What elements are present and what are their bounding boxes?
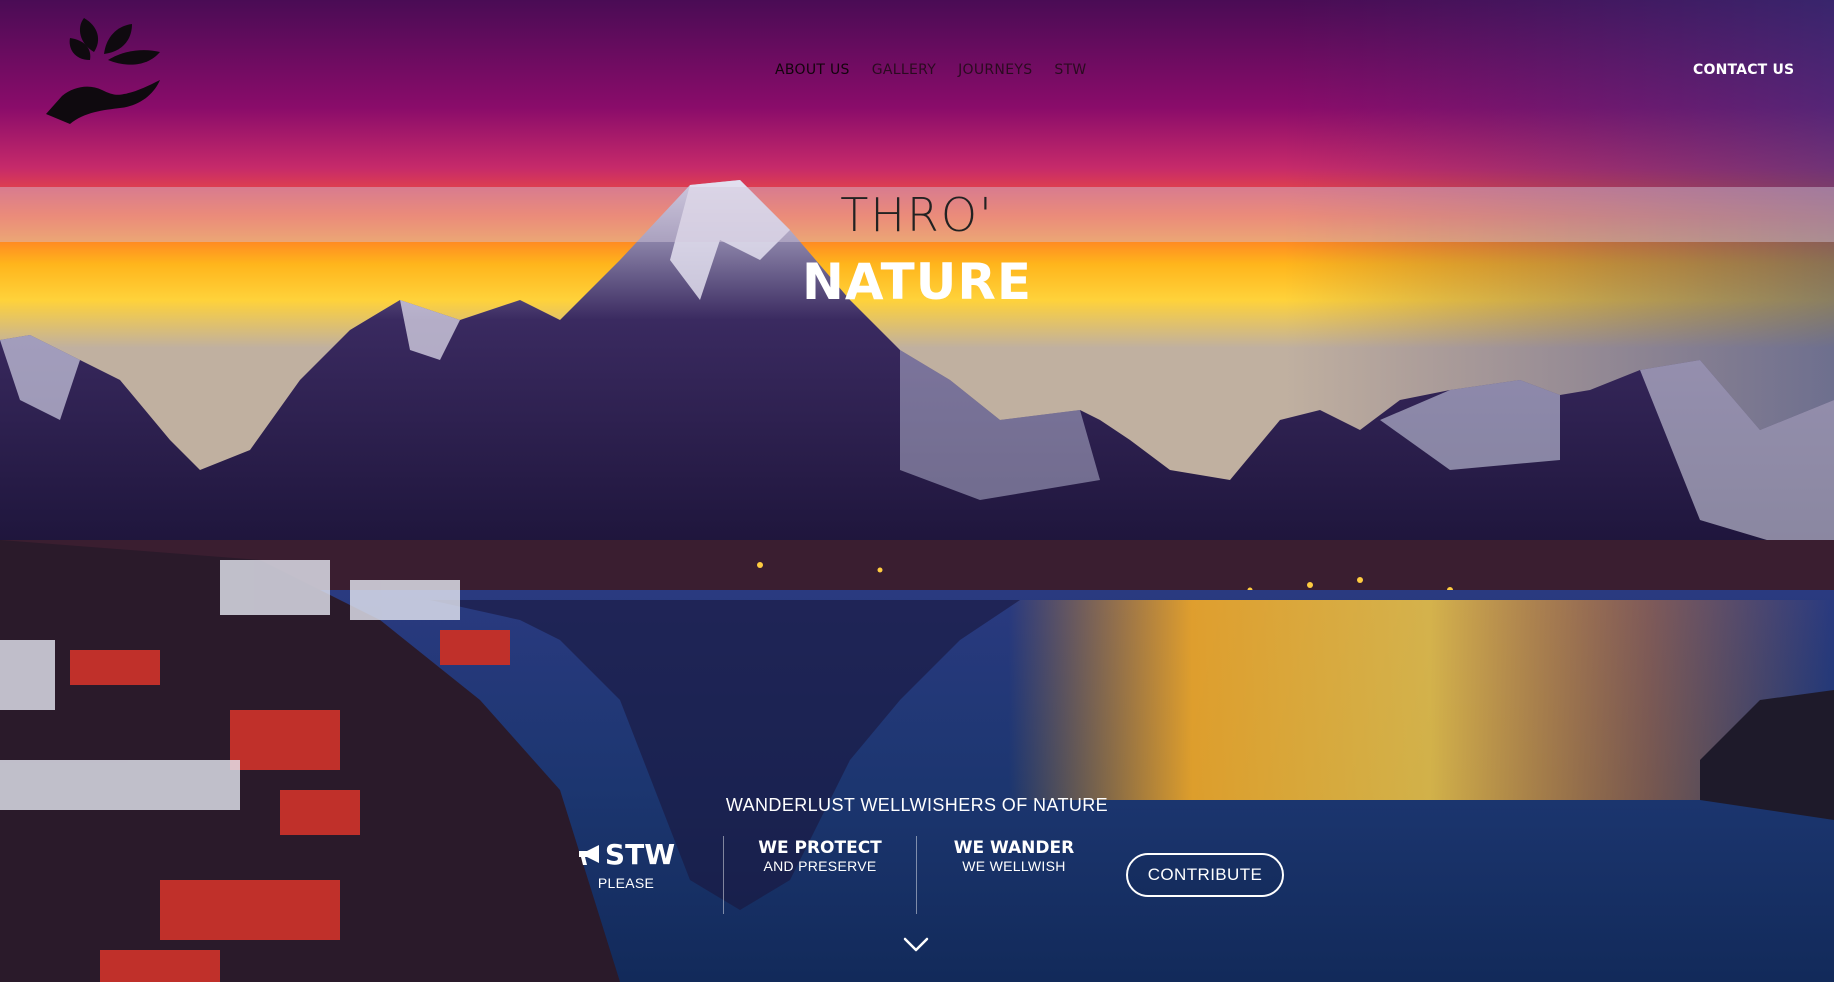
hero-section: ABOUT US GALLERY JOURNEYS STW CONTACT US… xyxy=(0,0,1834,982)
nav-item-journeys[interactable]: JOURNEYS xyxy=(958,62,1032,78)
hero-title-top: THRO' xyxy=(840,188,994,242)
wander-subtitle: WE WELLWISH xyxy=(962,858,1066,874)
protect-title: WE PROTECT xyxy=(758,838,882,858)
divider xyxy=(916,836,917,914)
stw-stat[interactable]: STW PLEASE xyxy=(566,838,686,891)
wander-title: WE WANDER xyxy=(953,838,1075,858)
hand-leaves-icon[interactable] xyxy=(44,14,164,130)
wander-stat: WE WANDER WE WELLWISH xyxy=(934,838,1094,874)
chevron-down-icon[interactable] xyxy=(903,936,929,954)
hero-tagline: WANDERLUST WELLWISHERS OF NATURE xyxy=(725,795,1109,815)
stw-subtitle: PLEASE xyxy=(597,875,655,891)
nav-item-stw[interactable]: STW xyxy=(1054,62,1086,78)
stw-title: STW xyxy=(604,838,676,871)
megaphone-icon xyxy=(578,844,599,865)
nav-item-gallery[interactable]: GALLERY xyxy=(872,62,936,78)
contact-us-link[interactable]: CONTACT US xyxy=(1693,62,1794,78)
hero-background-image xyxy=(0,0,1834,982)
divider xyxy=(723,836,724,914)
protect-stat: WE PROTECT AND PRESERVE xyxy=(740,838,900,874)
protect-subtitle: AND PRESERVE xyxy=(763,858,877,874)
hero-title-main: NATURE xyxy=(801,253,1033,311)
contribute-button[interactable]: CONTRIBUTE xyxy=(1126,853,1284,897)
nav-item-about-us[interactable]: ABOUT US xyxy=(775,62,850,78)
main-nav: ABOUT US GALLERY JOURNEYS STW xyxy=(775,62,1087,78)
